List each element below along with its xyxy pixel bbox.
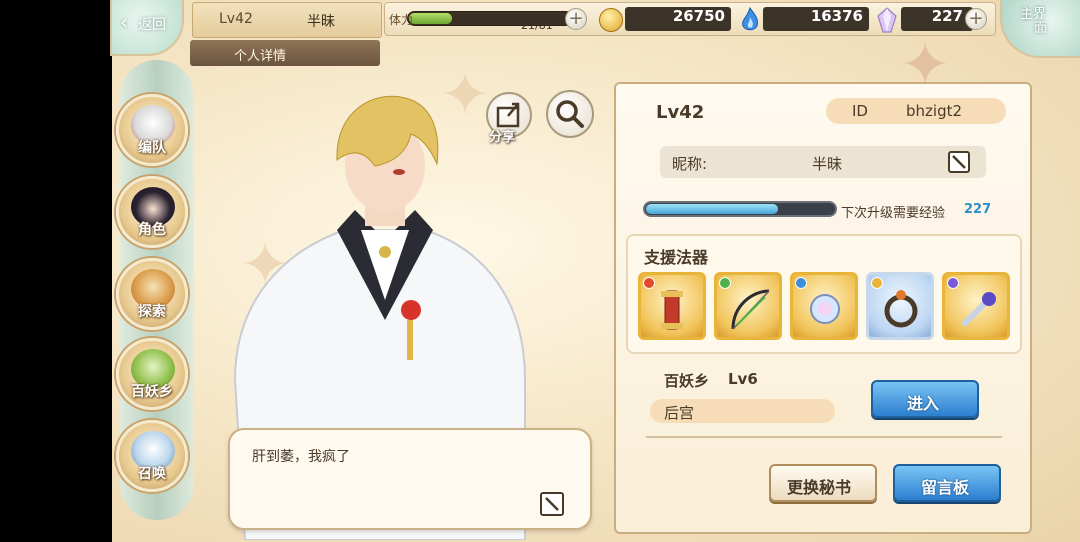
sidebar-item-character[interactable]: 角色 bbox=[116, 176, 188, 248]
add-crystal-button[interactable]: + bbox=[965, 8, 987, 30]
share-label: 分享 bbox=[489, 130, 516, 145]
back-label: 返回 bbox=[138, 17, 166, 33]
edit-signature-icon[interactable] bbox=[540, 492, 564, 516]
stamina-count: 21/81 bbox=[521, 19, 553, 32]
sidebar-item-team[interactable]: 编队 bbox=[116, 94, 188, 166]
nickname-label: 昵称: bbox=[672, 155, 708, 173]
gold-coin-icon bbox=[599, 8, 623, 32]
player-id: ID bhzigt2 bbox=[826, 98, 1006, 124]
bow-relic[interactable] bbox=[714, 272, 782, 340]
mirror-relic[interactable] bbox=[790, 272, 858, 340]
crystal-icon bbox=[877, 7, 897, 33]
home-label: 主界面 bbox=[1020, 7, 1048, 36]
signature-bubble: 肝到萎，我疯了 bbox=[228, 428, 592, 530]
signature-text: 肝到萎，我疯了 bbox=[252, 449, 350, 465]
player-level: Lv42 bbox=[219, 11, 253, 27]
exp-bar bbox=[643, 201, 837, 217]
scroll-relic[interactable] bbox=[638, 272, 706, 340]
village-level: Lv6 bbox=[728, 370, 758, 388]
message-board-button[interactable]: 留言板 bbox=[893, 464, 1001, 502]
search-button[interactable] bbox=[546, 90, 594, 138]
back-button[interactable]: ‹ 返回 bbox=[110, 0, 184, 56]
sidebar-item-label: 召唤 bbox=[138, 466, 166, 482]
tab-label: 个人详情 bbox=[234, 49, 287, 64]
sidebar-item-label: 编队 bbox=[138, 140, 166, 156]
ring-relic[interactable] bbox=[866, 272, 934, 340]
id-label: ID bbox=[852, 102, 868, 120]
sidebar-item-label: 百妖乡 bbox=[131, 384, 173, 400]
relic-icon bbox=[884, 290, 918, 328]
search-icon bbox=[556, 100, 584, 128]
player-plate: Lv42 半昧 bbox=[192, 2, 382, 38]
relic-icon bbox=[731, 289, 770, 330]
enter-village-button[interactable]: 进入 bbox=[871, 380, 979, 418]
sidebar-item-explore[interactable]: 探索 bbox=[116, 258, 188, 330]
divider bbox=[646, 436, 1002, 438]
add-stamina-button[interactable]: + bbox=[565, 8, 587, 30]
profile-level: Lv42 bbox=[656, 102, 705, 123]
message-board-label: 留言板 bbox=[921, 478, 970, 497]
exp-fill bbox=[646, 204, 778, 214]
relic-icon bbox=[661, 290, 683, 330]
soul-fire-icon bbox=[742, 7, 758, 31]
sword-relic[interactable] bbox=[942, 272, 1010, 340]
tab-personal-detail[interactable]: 个人详情 bbox=[190, 40, 380, 66]
home-button[interactable]: 主界面 bbox=[1000, 0, 1080, 58]
profile-screen: ✦ ✦ ✦ ‹ 返回 Lv42 半昧 个人详情 体力 21/81 + 26750… bbox=[0, 0, 1080, 542]
stamina-fill bbox=[409, 13, 452, 24]
nickname-value: 半昧 bbox=[812, 155, 843, 173]
sidebar-item-village[interactable]: 百妖乡 bbox=[116, 338, 188, 410]
back-arrow-icon: ‹ bbox=[120, 10, 128, 34]
crystal-amount: 227 bbox=[931, 7, 963, 25]
relic-icon bbox=[810, 294, 840, 324]
change-secretary-button[interactable]: 更换秘书 bbox=[769, 464, 877, 502]
support-relic-title: 支援法器 bbox=[644, 248, 709, 267]
exp-label: 下次升级需要经验 bbox=[841, 206, 946, 221]
edit-nickname-icon[interactable] bbox=[948, 151, 970, 173]
relic-icon bbox=[960, 292, 996, 328]
sidebar-item-summon[interactable]: 召唤 bbox=[116, 420, 188, 492]
left-letterbox bbox=[0, 0, 112, 542]
exp-value: 227 bbox=[964, 202, 992, 217]
sidebar-item-label: 角色 bbox=[138, 222, 166, 238]
gold-amount: 26750 bbox=[672, 7, 725, 25]
sidebar-item-label: 探索 bbox=[138, 304, 166, 320]
village-name: 后宫 bbox=[650, 399, 835, 423]
village-name-text: 后宫 bbox=[664, 404, 695, 422]
change-secretary-label: 更换秘书 bbox=[787, 478, 852, 497]
nickname-row: 昵称: 半昧 bbox=[660, 146, 986, 178]
right-edge bbox=[1040, 0, 1080, 542]
village-label: 百妖乡 bbox=[664, 372, 710, 390]
id-value: bhzigt2 bbox=[906, 102, 963, 120]
resource-bar: 体力 21/81 + 26750 16376 227 + bbox=[384, 2, 996, 36]
player-name: 半昧 bbox=[307, 14, 335, 30]
enter-label: 进入 bbox=[907, 394, 940, 413]
stamina-label: 体力 bbox=[389, 13, 414, 27]
soul-fire-amount: 16376 bbox=[810, 7, 863, 25]
